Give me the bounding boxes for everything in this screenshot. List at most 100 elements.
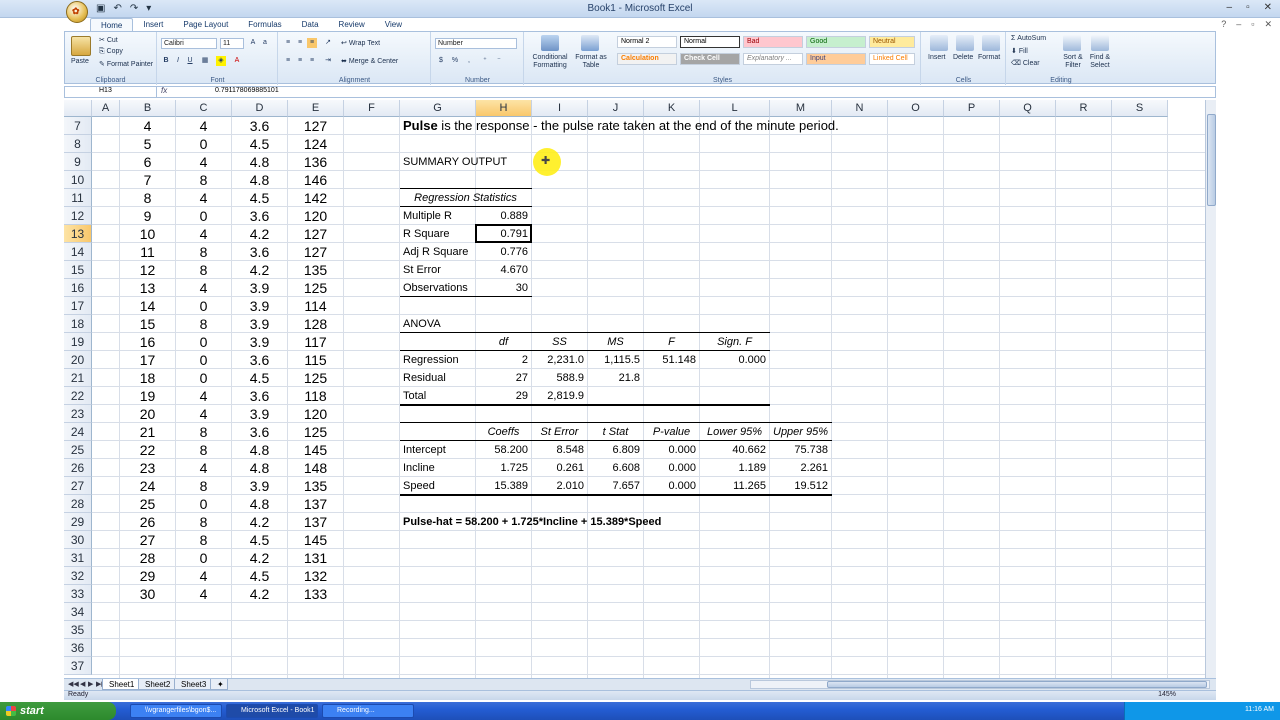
data-cell[interactable]: 8	[179, 171, 228, 189]
conditional-formatting-icon[interactable]	[541, 35, 559, 51]
anova-value[interactable]	[647, 369, 696, 387]
tab-page-layout[interactable]: Page Layout	[173, 18, 238, 32]
coefficient-value[interactable]: 40.662	[703, 441, 766, 459]
column-header-i[interactable]: I	[532, 100, 588, 117]
column-header-r[interactable]: R	[1056, 100, 1112, 117]
currency-icon[interactable]: $	[436, 56, 446, 66]
anova-row-label[interactable]: Total	[403, 387, 472, 405]
data-cell[interactable]: 4.2	[235, 549, 284, 567]
data-cell[interactable]: 127	[291, 225, 340, 243]
data-cell[interactable]: 8	[179, 243, 228, 261]
data-cell[interactable]: 3.6	[235, 387, 284, 405]
anova-row-label[interactable]: Regression	[403, 351, 472, 369]
data-cell[interactable]: 127	[291, 243, 340, 261]
data-cell[interactable]: 135	[291, 261, 340, 279]
data-cell[interactable]: 4.5	[235, 135, 284, 153]
data-cell[interactable]: 4	[179, 153, 228, 171]
row-header-16[interactable]: 16	[64, 279, 92, 297]
anova-value[interactable]	[703, 387, 766, 405]
anova-value[interactable]: 1,115.5	[591, 351, 640, 369]
data-cell[interactable]: 4.5	[235, 567, 284, 585]
underline-icon[interactable]: U	[185, 56, 195, 66]
data-cell[interactable]: 4	[179, 405, 228, 423]
data-cell[interactable]: 145	[291, 441, 340, 459]
data-cell[interactable]: 19	[123, 387, 172, 405]
coefficient-row-label[interactable]: Speed	[403, 477, 472, 495]
start-button[interactable]: start	[0, 702, 116, 720]
regression-statistics-header[interactable]: Regression Statistics	[403, 189, 528, 207]
data-cell[interactable]: 3.6	[235, 423, 284, 441]
data-cell[interactable]: 4.5	[235, 531, 284, 549]
coefficient-value[interactable]: 11.265	[703, 477, 766, 495]
style-check-cell[interactable]: Check Cell	[680, 53, 740, 65]
anova-row-label[interactable]: Residual	[403, 369, 472, 387]
data-cell[interactable]: 125	[291, 279, 340, 297]
align-right-icon[interactable]: ≡	[307, 56, 317, 66]
data-cell[interactable]: 125	[291, 423, 340, 441]
data-cell[interactable]: 135	[291, 477, 340, 495]
data-cell[interactable]: 4.2	[235, 585, 284, 603]
row-header-26[interactable]: 26	[64, 459, 92, 477]
first-sheet-icon[interactable]: ◀◀	[68, 680, 79, 688]
formula-input[interactable]: 0.791178069885101	[215, 87, 279, 94]
column-header-o[interactable]: O	[888, 100, 944, 117]
insert-cells-icon[interactable]	[930, 35, 948, 51]
minimize-icon[interactable]: –	[1227, 2, 1233, 13]
coefficient-value[interactable]: 0.261	[535, 459, 584, 477]
ribbon-restore-icon[interactable]: ▫	[1251, 19, 1254, 30]
coefficient-row-label[interactable]: Incline	[403, 459, 472, 477]
data-cell[interactable]: 17	[123, 351, 172, 369]
column-header-s[interactable]: S	[1112, 100, 1168, 117]
data-cell[interactable]: 114	[291, 297, 340, 315]
column-header-c[interactable]: C	[176, 100, 232, 117]
data-cell[interactable]: 4	[179, 189, 228, 207]
coefficient-value[interactable]: 6.608	[591, 459, 640, 477]
coefficient-value[interactable]: 19.512	[773, 477, 828, 495]
help-icon[interactable]: ?	[1221, 19, 1226, 30]
next-sheet-icon[interactable]: ▶	[88, 680, 93, 688]
coefficient-value[interactable]: 8.548	[535, 441, 584, 459]
ribbon-close-icon[interactable]: ✕	[1264, 19, 1272, 30]
data-cell[interactable]: 3.6	[235, 351, 284, 369]
data-cell[interactable]: 3.9	[235, 315, 284, 333]
data-cell[interactable]: 18	[123, 369, 172, 387]
data-cell[interactable]: 6	[123, 153, 172, 171]
select-all-corner[interactable]	[64, 100, 92, 117]
bold-icon[interactable]: B	[161, 56, 171, 66]
data-cell[interactable]: 16	[123, 333, 172, 351]
row-header-35[interactable]: 35	[64, 621, 92, 639]
data-cell[interactable]: 25	[123, 495, 172, 513]
wrap-text-button[interactable]: ↩ Wrap Text	[341, 39, 380, 47]
data-cell[interactable]: 0	[179, 369, 228, 387]
align-top-icon[interactable]: ≡	[283, 38, 293, 48]
row-header-28[interactable]: 28	[64, 495, 92, 513]
data-cell[interactable]: 7	[123, 171, 172, 189]
data-cell[interactable]: 125	[291, 369, 340, 387]
data-cell[interactable]: 4.8	[235, 459, 284, 477]
anova-header[interactable]: Sign. F	[703, 333, 766, 351]
data-cell[interactable]: 4	[123, 117, 172, 135]
response-note[interactable]: Pulse is the response - the pulse rate t…	[403, 117, 884, 135]
data-cell[interactable]: 127	[291, 117, 340, 135]
data-cell[interactable]: 132	[291, 567, 340, 585]
column-header-d[interactable]: D	[232, 100, 288, 117]
font-name-select[interactable]: Calibri	[161, 38, 217, 49]
find-select-button[interactable]: Find & Select	[1087, 54, 1113, 70]
row-header-17[interactable]: 17	[64, 297, 92, 315]
data-cell[interactable]: 28	[123, 549, 172, 567]
data-cell[interactable]: 115	[291, 351, 340, 369]
row-header-27[interactable]: 27	[64, 477, 92, 495]
anova-value[interactable]: 2,231.0	[535, 351, 584, 369]
worksheet-grid[interactable]: A B C D E F G H I J K L M N O P Q R S 7 8 9 10 11 12 13 14 15 16 17 18…	[64, 100, 1205, 678]
binoculars-icon[interactable]	[1091, 35, 1109, 51]
coefficient-value[interactable]: 58.200	[479, 441, 528, 459]
restore-icon[interactable]: ▫	[1246, 2, 1250, 13]
paste-button[interactable]: Paste	[71, 58, 89, 65]
percent-icon[interactable]: %	[450, 56, 460, 66]
row-header-31[interactable]: 31	[64, 549, 92, 567]
format-cells-icon[interactable]	[982, 35, 1000, 51]
row-header-30[interactable]: 30	[64, 531, 92, 549]
data-cell[interactable]: 120	[291, 207, 340, 225]
fill-button[interactable]: ⬇ Fill	[1011, 47, 1028, 55]
data-cell[interactable]: 8	[179, 513, 228, 531]
